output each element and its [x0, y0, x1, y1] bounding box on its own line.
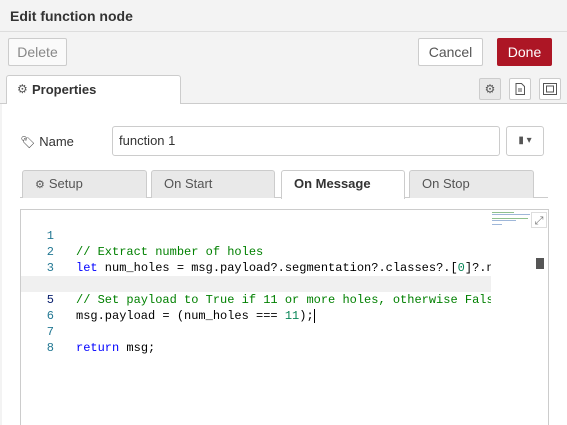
tab-properties[interactable]: ⚙ Properties [6, 75, 181, 104]
name-label-text: Name [39, 134, 74, 149]
code-line[interactable]: 2 let num_holes = msg.payload?.segmentat… [21, 228, 491, 275]
minimap-line [492, 220, 516, 221]
node-properties-button[interactable]: ⚙ [479, 78, 501, 100]
dialog-header: Edit function node [0, 0, 567, 32]
code-line[interactable]: 7 return msg; [21, 308, 491, 355]
book-dropdown-icon: ▮ ▾ [518, 135, 532, 146]
editor-scrollbar-thumb[interactable] [536, 258, 544, 269]
document-icon [515, 83, 525, 95]
panel-edge [0, 104, 2, 425]
library-dropdown-button[interactable]: ▮ ▾ [506, 126, 544, 156]
minimap-line [492, 214, 530, 215]
minimap-line [492, 218, 528, 219]
tab-on-start-label: On Start [164, 176, 213, 191]
code-line-current[interactable]: 5 msg.payload = (num_holes === 11); [21, 276, 491, 323]
node-appearance-button[interactable] [539, 78, 561, 100]
tab-setup[interactable]: ⚙ Setup [22, 170, 147, 198]
code-line[interactable]: 8 [21, 324, 491, 355]
dialog-title: Edit function node [10, 8, 133, 24]
tab-on-stop-label: On Stop [422, 176, 470, 191]
code-text: msg; [119, 341, 156, 355]
done-button[interactable]: Done [497, 38, 552, 66]
cancel-button[interactable]: Cancel [418, 38, 483, 66]
expand-icon: ⤢ [534, 215, 544, 227]
minimap-line [492, 224, 502, 225]
code-keyword: return [76, 341, 120, 355]
name-label: 🏷 Name [20, 134, 74, 149]
gear-icon: ⚙ [17, 82, 28, 96]
code-minimap[interactable] [492, 210, 532, 280]
tab-setup-label: Setup [48, 176, 83, 191]
code-line[interactable]: 3 [21, 244, 491, 275]
delete-button[interactable]: Delete [8, 38, 67, 66]
tab-on-message[interactable]: On Message [281, 170, 405, 199]
node-description-button[interactable] [509, 78, 531, 100]
expand-editor-button[interactable]: ⤢ [531, 212, 547, 228]
line-number: 8 [46, 341, 54, 355]
minimap-line [492, 212, 514, 213]
code-line[interactable]: 4 // Set payload to True if 11 or more h… [21, 260, 491, 307]
frame-icon [543, 83, 557, 95]
tag-icon: 🏷 [20, 135, 36, 149]
name-input[interactable]: function 1 [112, 126, 500, 156]
tab-properties-label: Properties [32, 82, 97, 97]
code-line[interactable]: 1 // Extract number of holes [21, 212, 491, 259]
tab-on-stop[interactable]: On Stop [409, 170, 534, 198]
code-editor[interactable]: 1 // Extract number of holes 2 let num_h… [20, 209, 549, 425]
tab-on-message-label: On Message [294, 176, 371, 191]
tab-on-start[interactable]: On Start [151, 170, 275, 198]
code-line[interactable]: 6 [21, 292, 491, 323]
gear-icon: ⚙ [484, 82, 496, 96]
gear-icon: ⚙ [35, 179, 45, 191]
